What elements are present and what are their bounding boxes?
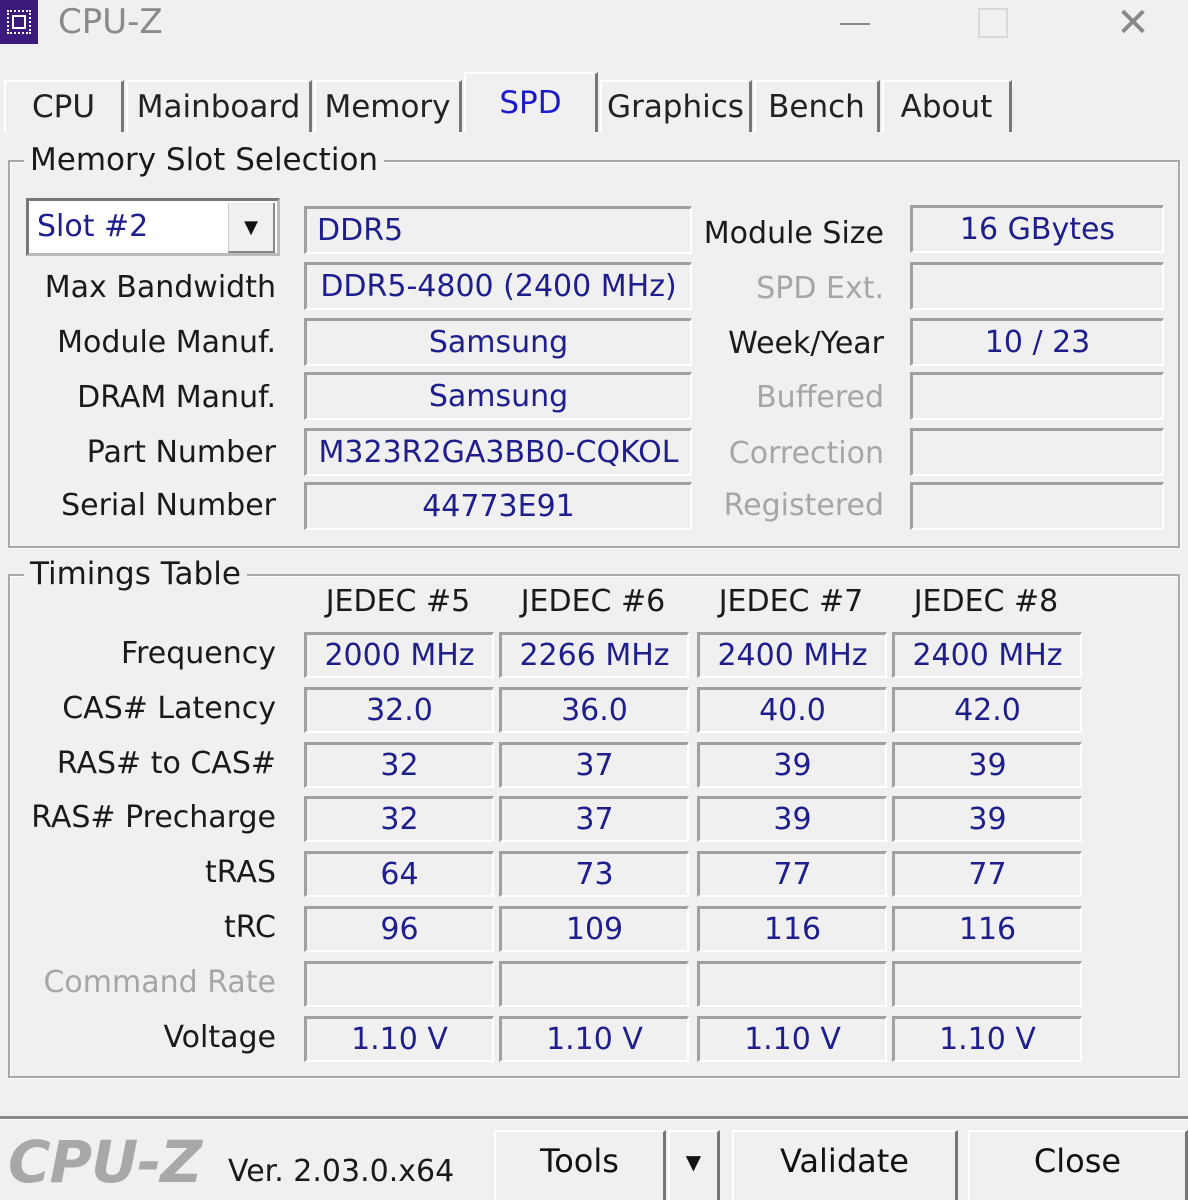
memory-type-field: DDR5 (304, 206, 692, 254)
column-header-jedec-6: JEDEC #6 (520, 584, 666, 619)
cas-latency-cell: 32.0 (304, 687, 494, 733)
voltage-cell: 1.10 V (892, 1016, 1082, 1062)
tras-cell: 64 (304, 851, 494, 897)
week-year-field: 10 / 23 (910, 318, 1164, 366)
registered-field (910, 482, 1164, 530)
command-rate-cell (304, 961, 494, 1007)
ras-precharge-label: RAS# Precharge (31, 800, 276, 835)
module-manuf-label: Module Manuf. (57, 325, 276, 360)
window-title: CPU-Z (58, 2, 163, 42)
footer-separator (0, 1116, 1188, 1120)
ras-precharge-cell: 37 (499, 796, 689, 842)
tab-memory[interactable]: Memory (314, 80, 462, 132)
close-window-button[interactable]: ✕ (1098, 0, 1168, 46)
ras-to-cas-cell: 39 (892, 742, 1082, 788)
trc-label: tRC (223, 910, 276, 945)
trc-cell: 116 (892, 906, 1082, 952)
minimize-icon (840, 23, 870, 25)
cas-latency-label: CAS# Latency (62, 691, 276, 726)
trc-cell: 109 (499, 906, 689, 952)
timings-table-title: Timings Table (24, 556, 247, 592)
command-rate-cell (697, 961, 887, 1007)
frequency-cell: 2000 MHz (304, 632, 494, 678)
tools-dropdown-button[interactable]: ▼ (668, 1130, 720, 1200)
cas-latency-cell: 40.0 (697, 687, 887, 733)
voltage-label: Voltage (163, 1020, 276, 1055)
spd-ext-field (910, 262, 1164, 310)
serial-number-label: Serial Number (61, 488, 276, 523)
minimize-button[interactable] (820, 0, 890, 46)
tools-button[interactable]: Tools (494, 1130, 666, 1200)
voltage-cell: 1.10 V (697, 1016, 887, 1062)
column-header-jedec-5: JEDEC #5 (325, 584, 471, 619)
tras-cell: 73 (499, 851, 689, 897)
module-size-field: 16 GBytes (910, 205, 1164, 253)
tras-cell: 77 (697, 851, 887, 897)
ras-precharge-cell: 39 (892, 796, 1082, 842)
part-number-field: M323R2GA3BB0-CQKOL (304, 428, 692, 476)
dram-manuf-label: DRAM Manuf. (77, 380, 276, 415)
cas-latency-cell: 36.0 (499, 687, 689, 733)
dram-manuf-field: Samsung (304, 372, 692, 420)
buffered-label: Buffered (756, 380, 884, 415)
maximize-button[interactable] (958, 0, 1028, 46)
tab-cpu[interactable]: CPU (4, 80, 124, 132)
max-bandwidth-label: Max Bandwidth (44, 270, 276, 305)
tab-mainboard[interactable]: Mainboard (126, 80, 312, 132)
max-bandwidth-field: DDR5-4800 (2400 MHz) (304, 262, 692, 310)
column-header-jedec-7: JEDEC #7 (718, 584, 864, 619)
ras-to-cas-cell: 32 (304, 742, 494, 788)
tab-spd[interactable]: SPD (464, 72, 598, 132)
week-year-label: Week/Year (728, 326, 884, 361)
command-rate-cell (892, 961, 1082, 1007)
ras-to-cas-cell: 39 (697, 742, 887, 788)
buffered-field (910, 372, 1164, 420)
version-label: Ver. 2.03.0.x64 (228, 1154, 455, 1189)
trc-cell: 116 (697, 906, 887, 952)
ras-precharge-cell: 32 (304, 796, 494, 842)
module-size-label: Module Size (703, 216, 884, 251)
validate-button[interactable]: Validate (732, 1130, 958, 1200)
cas-latency-cell: 42.0 (892, 687, 1082, 733)
chevron-down-icon[interactable]: ▼ (228, 203, 275, 253)
registered-label: Registered (723, 488, 884, 523)
ras-to-cas-cell: 37 (499, 742, 689, 788)
correction-label: Correction (728, 436, 884, 471)
voltage-cell: 1.10 V (304, 1016, 494, 1062)
frequency-cell: 2266 MHz (499, 632, 689, 678)
cpu-z-logo: CPU-Z (8, 1128, 202, 1196)
maximize-icon (978, 8, 1008, 38)
tab-about[interactable]: About (882, 80, 1012, 132)
ras-precharge-cell: 39 (697, 796, 887, 842)
slot-selected-value: Slot #2 (37, 209, 149, 244)
frequency-cell: 2400 MHz (892, 632, 1082, 678)
cpu-chip-icon (0, 0, 38, 44)
close-button[interactable]: Close (968, 1130, 1188, 1200)
command-rate-label: Command Rate (43, 965, 276, 1000)
column-header-jedec-8: JEDEC #8 (913, 584, 1059, 619)
tools-label: Tools (540, 1142, 619, 1180)
module-manuf-field: Samsung (304, 318, 692, 366)
close-label: Close (1033, 1142, 1122, 1180)
tab-graphics[interactable]: Graphics (600, 80, 752, 132)
close-icon: ✕ (1116, 0, 1150, 46)
tab-bench[interactable]: Bench (754, 80, 880, 132)
tras-cell: 77 (892, 851, 1082, 897)
tras-label: tRAS (205, 855, 276, 890)
frequency-label: Frequency (121, 636, 276, 671)
memory-slot-selection-title: Memory Slot Selection (24, 142, 385, 178)
ras-to-cas-label: RAS# to CAS# (56, 746, 276, 781)
voltage-cell: 1.10 V (499, 1016, 689, 1062)
slot-dropdown[interactable]: Slot #2 ▼ (26, 198, 280, 256)
validate-label: Validate (780, 1142, 909, 1180)
correction-field (910, 428, 1164, 476)
command-rate-cell (499, 961, 689, 1007)
trc-cell: 96 (304, 906, 494, 952)
tab-bar: CPU Mainboard Memory SPD Graphics Bench … (0, 72, 1188, 132)
spd-ext-label: SPD Ext. (756, 271, 884, 306)
chevron-down-icon: ▼ (685, 1150, 702, 1174)
part-number-label: Part Number (86, 435, 276, 470)
frequency-cell: 2400 MHz (697, 632, 887, 678)
serial-number-field: 44773E91 (304, 482, 692, 530)
